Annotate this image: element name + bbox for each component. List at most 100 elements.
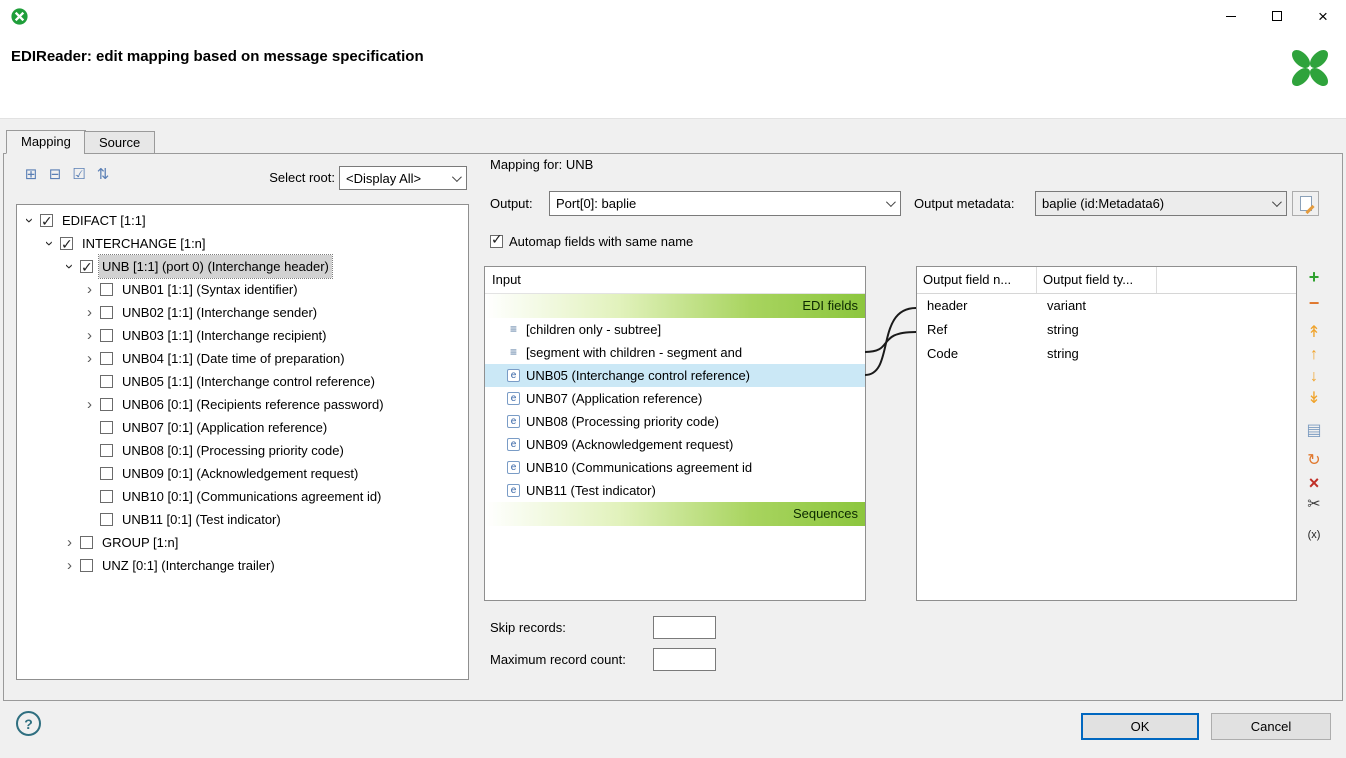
- chevron-down-icon: [886, 197, 896, 207]
- ok-button[interactable]: OK: [1081, 713, 1199, 740]
- cancel-button[interactable]: Cancel: [1211, 713, 1331, 740]
- remove-field-icon[interactable]: −: [1303, 293, 1325, 313]
- output-field-row[interactable]: Codestring: [917, 342, 1296, 366]
- help-button[interactable]: ?: [16, 711, 41, 736]
- tab-source[interactable]: Source: [84, 131, 155, 154]
- input-field-item[interactable]: eUNB09 (Acknowledgement request): [485, 433, 865, 456]
- expand-arrow-icon[interactable]: [81, 301, 98, 324]
- tree-item[interactable]: EDIFACT [1:1]: [17, 209, 468, 232]
- tree-item[interactable]: UNB10 [0:1] (Communications agreement id…: [17, 485, 468, 508]
- tree-item-label: UNB05 [1:1] (Interchange control referen…: [119, 370, 378, 393]
- output-metadata-dropdown[interactable]: baplie (id:Metadata6): [1035, 191, 1287, 216]
- output-port-dropdown[interactable]: Port[0]: baplie: [549, 191, 901, 216]
- tree-item-checkbox[interactable]: [100, 513, 113, 526]
- tree-item-checkbox[interactable]: [100, 352, 113, 365]
- output-field-row[interactable]: headervariant: [917, 294, 1296, 318]
- input-field-label: UNB05 (Interchange control reference): [526, 364, 750, 387]
- collapse-arrow-icon[interactable]: [41, 232, 58, 255]
- input-field-label: UNB07 (Application reference): [526, 387, 702, 410]
- tree-item[interactable]: UNB [1:1] (port 0) (Interchange header): [17, 255, 468, 278]
- expand-arrow-icon[interactable]: [81, 324, 98, 347]
- move-up-icon[interactable]: ↑: [1303, 345, 1325, 365]
- tree-item-checkbox[interactable]: [40, 214, 53, 227]
- input-field-item[interactable]: eUNB05 (Interchange control reference): [485, 364, 865, 387]
- tree-item-checkbox[interactable]: [100, 283, 113, 296]
- check-all-icon[interactable]: ☑: [70, 166, 88, 184]
- input-field-item[interactable]: eUNB11 (Test indicator): [485, 479, 865, 502]
- tree-item-checkbox[interactable]: [80, 559, 93, 572]
- tree-item[interactable]: UNB01 [1:1] (Syntax identifier): [17, 278, 468, 301]
- input-field-item[interactable]: eUNB08 (Processing priority code): [485, 410, 865, 433]
- tree-item[interactable]: UNZ [0:1] (Interchange trailer): [17, 554, 468, 577]
- delete-mapping-icon[interactable]: ×: [1303, 473, 1325, 493]
- input-field-item[interactable]: eUNB10 (Communications agreement id: [485, 456, 865, 479]
- section-band: EDI fields: [485, 294, 865, 318]
- expand-arrow-icon[interactable]: [81, 347, 98, 370]
- tree-item-checkbox[interactable]: [100, 375, 113, 388]
- tree-item[interactable]: GROUP [1:n]: [17, 531, 468, 554]
- collapse-arrow-icon[interactable]: [21, 209, 38, 232]
- tree-item-checkbox[interactable]: [100, 306, 113, 319]
- expand-all-icon[interactable]: ⊞: [22, 166, 40, 184]
- tree-item-checkbox[interactable]: [60, 237, 73, 250]
- chevron-down-icon: [452, 172, 462, 182]
- automap-refresh-icon[interactable]: ↻: [1303, 451, 1325, 471]
- output-column-header[interactable]: Output field ty...: [1037, 267, 1157, 293]
- tab-mapping[interactable]: Mapping: [6, 130, 86, 154]
- maximize-icon: [1272, 11, 1282, 21]
- collapse-arrow-icon[interactable]: [61, 255, 78, 278]
- tree-item[interactable]: UNB04 [1:1] (Date time of preparation): [17, 347, 468, 370]
- tree-item[interactable]: UNB06 [0:1] (Recipients reference passwo…: [17, 393, 468, 416]
- tree-item[interactable]: INTERCHANGE [1:n]: [17, 232, 468, 255]
- collapse-all-icon[interactable]: ⊟: [46, 166, 64, 184]
- add-field-icon[interactable]: +: [1303, 267, 1325, 287]
- tree-item[interactable]: UNB02 [1:1] (Interchange sender): [17, 301, 468, 324]
- skip-records-label: Skip records:: [490, 616, 566, 639]
- input-field-item[interactable]: ≡[children only - subtree]: [485, 318, 865, 341]
- move-top-icon[interactable]: ↟: [1303, 323, 1325, 343]
- tree-item[interactable]: UNB07 [0:1] (Application reference): [17, 416, 468, 439]
- edit-metadata-button[interactable]: [1292, 191, 1319, 216]
- max-record-count-input[interactable]: [653, 648, 716, 671]
- tree-item-checkbox[interactable]: [80, 260, 93, 273]
- sort-icon[interactable]: ⇅: [94, 166, 112, 184]
- tree-item[interactable]: UNB09 [0:1] (Acknowledgement request): [17, 462, 468, 485]
- tree-item-checkbox[interactable]: [80, 536, 93, 549]
- maximize-button[interactable]: [1254, 0, 1300, 32]
- tab-source-label: Source: [99, 135, 140, 150]
- expand-arrow-icon[interactable]: [81, 278, 98, 301]
- tree-item[interactable]: UNB05 [1:1] (Interchange control referen…: [17, 370, 468, 393]
- clover-logo-icon: [1288, 46, 1332, 90]
- tree-item[interactable]: UNB08 [0:1] (Processing priority code): [17, 439, 468, 462]
- output-field-row[interactable]: Refstring: [917, 318, 1296, 342]
- edit-record-icon[interactable]: ▤: [1303, 421, 1325, 441]
- input-field-item[interactable]: eUNB07 (Application reference): [485, 387, 865, 410]
- skip-records-input[interactable]: [653, 616, 716, 639]
- automap-checkbox-row[interactable]: Automap fields with same name: [490, 232, 693, 250]
- output-column-header[interactable]: Output field n...: [917, 267, 1037, 293]
- minimize-button[interactable]: [1208, 0, 1254, 32]
- close-button[interactable]: ×: [1300, 0, 1346, 32]
- expand-arrow-icon[interactable]: [61, 531, 78, 554]
- input-column-header[interactable]: Input: [485, 267, 865, 294]
- move-down-icon[interactable]: ↓: [1303, 367, 1325, 387]
- select-root-dropdown[interactable]: <Display All>: [339, 166, 467, 190]
- tree-item[interactable]: UNB03 [1:1] (Interchange recipient): [17, 324, 468, 347]
- expand-arrow-icon[interactable]: [61, 554, 78, 577]
- automap-checkbox[interactable]: [490, 235, 503, 248]
- close-icon: ×: [1318, 8, 1328, 25]
- cut-mapping-icon[interactable]: ✂: [1303, 495, 1325, 515]
- tree-item[interactable]: UNB11 [0:1] (Test indicator): [17, 508, 468, 531]
- tree-item-checkbox[interactable]: [100, 467, 113, 480]
- move-bottom-icon[interactable]: ↡: [1303, 389, 1325, 409]
- input-field-item[interactable]: ≡[segment with children - segment and: [485, 341, 865, 364]
- tree-item-checkbox[interactable]: [100, 490, 113, 503]
- tree-item-checkbox[interactable]: [100, 421, 113, 434]
- input-field-label: UNB08 (Processing priority code): [526, 410, 719, 433]
- tree-item-checkbox[interactable]: [100, 444, 113, 457]
- expand-arrow-icon[interactable]: [81, 393, 98, 416]
- tree-item-checkbox[interactable]: [100, 398, 113, 411]
- function-icon[interactable]: (x): [1303, 525, 1325, 545]
- tree-item-checkbox[interactable]: [100, 329, 113, 342]
- subtree-icon: ≡: [507, 346, 520, 359]
